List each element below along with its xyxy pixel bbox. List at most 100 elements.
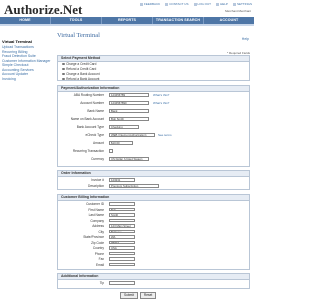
state-province-input[interactable]: WA xyxy=(109,235,135,239)
utility-links: FEEDBACK CONTACT US LOG OUT HELP SETTING… xyxy=(140,2,252,6)
aba-routing-number-input[interactable]: 123456789 xyxy=(109,93,149,97)
log-out-link[interactable]: LOG OUT xyxy=(194,2,212,6)
radio-icon xyxy=(62,62,65,66)
description-input[interactable]: Premium Subscription xyxy=(109,184,159,188)
form-row: Phone xyxy=(58,251,251,256)
form-row: Company xyxy=(58,218,251,223)
field-label: Customer ID xyxy=(86,202,104,206)
field-label: Account Number xyxy=(80,101,104,105)
field-label: Phone xyxy=(94,251,104,256)
form-row: Tip xyxy=(58,281,251,285)
customer-id-input[interactable] xyxy=(109,202,135,206)
field-label: Description xyxy=(88,184,104,188)
nav-home[interactable]: HOME xyxy=(0,17,51,24)
whats-this-link[interactable]: What's this? xyxy=(153,101,169,105)
sidebar-heading[interactable]: Virtual Terminal xyxy=(2,39,54,44)
section-header: Payment/Authorization Information xyxy=(58,86,249,92)
form-row: Address 123 Main Street xyxy=(58,224,251,228)
field-label: Bank Account Type xyxy=(76,125,104,129)
payment-authorization-section: Payment/Authorization Information ABA Ro… xyxy=(57,85,250,167)
address-input[interactable]: 123 Main Street xyxy=(109,224,135,228)
field-label: Invoice # xyxy=(91,178,104,182)
radio-selected-icon xyxy=(62,72,65,76)
first-name-input[interactable]: Bob xyxy=(109,207,135,212)
field-label: First Name xyxy=(88,207,104,212)
email-input[interactable] xyxy=(109,262,135,267)
see-terms-link[interactable]: See terms xyxy=(158,133,172,137)
last-name-input[interactable]: Smith xyxy=(109,213,135,217)
nav-transaction-search[interactable]: TRANSACTION SEARCH xyxy=(153,17,204,24)
form-row: Description Premium Subscription xyxy=(58,184,251,188)
help-link[interactable]: HELP xyxy=(216,2,228,6)
field-label: Company xyxy=(90,218,104,223)
settings-link[interactable]: SETTINGS xyxy=(233,2,252,6)
main-nav: HOME TOOLS REPORTS TRANSACTION SEARCH AC… xyxy=(0,17,254,24)
field-label: City xyxy=(98,229,105,234)
form-row: eCheck Type WEB (Internet Authorization)… xyxy=(58,133,251,137)
fax-input[interactable] xyxy=(109,257,135,261)
form-row: Customer ID xyxy=(58,202,251,206)
field-label: Address xyxy=(92,224,104,228)
sub-nav-bar xyxy=(0,24,254,26)
field-label: Email xyxy=(96,262,104,267)
radio-label: Refund a Bank Account xyxy=(66,77,100,81)
currency-select[interactable]: US Dollar (United States) xyxy=(109,157,149,161)
submit-button[interactable]: Submit xyxy=(120,292,138,299)
order-information-section: Order Information Invoice # 123231 Descr… xyxy=(57,170,250,190)
radio-label: Charge a Credit Card xyxy=(66,62,97,66)
radio-refund-credit-card[interactable]: Refund a Credit Card xyxy=(62,67,96,71)
form-row: Account Number 1234567890 What's this? xyxy=(58,101,251,105)
nav-reports[interactable]: REPORTS xyxy=(102,17,153,24)
form-row: Invoice # 123231 xyxy=(58,178,251,182)
customer-billing-section: Customer Billing Information Customer ID… xyxy=(57,194,250,270)
radio-label: Refund a Credit Card xyxy=(66,67,97,71)
bank-account-type-select[interactable]: Checking xyxy=(109,125,139,129)
radio-charge-bank-account[interactable]: Charge a Bank Account xyxy=(62,72,100,76)
radio-icon xyxy=(62,77,65,81)
field-label: Last Name xyxy=(88,213,104,217)
city-input[interactable]: Bellevue xyxy=(109,229,135,234)
account-number-input[interactable]: 1234567890 xyxy=(109,101,149,105)
country-input[interactable]: USA xyxy=(109,246,135,250)
whats-this-link[interactable]: What's this? xyxy=(153,93,169,97)
recurring-transaction-checkbox[interactable] xyxy=(109,149,113,153)
invoice-number-input[interactable]: 123231 xyxy=(109,178,135,182)
form-row: Last Name Smith xyxy=(58,213,251,217)
contact-us-link[interactable]: CONTACT US xyxy=(165,2,188,6)
zip-code-input[interactable]: 98007 xyxy=(109,240,135,245)
form-row: State/Province WA xyxy=(58,235,251,239)
company-input[interactable] xyxy=(109,218,135,223)
phone-input[interactable] xyxy=(109,251,135,256)
form-row: Currency US Dollar (United States) xyxy=(58,157,251,161)
radio-label: Charge a Bank Account xyxy=(66,72,100,76)
form-row: Fax xyxy=(58,257,251,261)
field-label: Zip Code xyxy=(91,240,104,245)
field-label: Tip xyxy=(99,281,104,285)
radio-charge-credit-card[interactable]: Charge a Credit Card xyxy=(62,62,96,66)
form-row: First Name Bob xyxy=(58,207,251,212)
radio-refund-bank-account[interactable]: Refund a Bank Account xyxy=(62,77,99,81)
section-header: Order Information xyxy=(58,171,249,177)
field-label: Fax xyxy=(98,257,104,261)
field-label: Bank Name xyxy=(87,109,104,113)
field-label: eCheck Type xyxy=(85,133,104,137)
sidebar-item-invoicing[interactable]: Invoicing xyxy=(2,77,54,82)
form-row: City Bellevue xyxy=(58,229,251,234)
amount-input[interactable]: $10.00 xyxy=(109,141,133,145)
nav-account[interactable]: ACCOUNT xyxy=(204,17,254,24)
echeck-type-select[interactable]: WEB (Internet Authorization) xyxy=(109,133,155,137)
bank-name-input[interactable]: Bank xyxy=(109,109,149,113)
help-link-page[interactable]: Help xyxy=(242,37,249,41)
page-title: Virtual Terminal xyxy=(57,32,100,39)
name-on-bank-account-input[interactable]: Bob Smith xyxy=(109,117,149,121)
payment-method-section: Select Payment Method Charge a Credit Ca… xyxy=(57,55,250,81)
nav-tools[interactable]: TOOLS xyxy=(51,17,102,24)
form-row: Amount $10.00 xyxy=(58,141,251,145)
form-row: Country USA xyxy=(58,246,251,250)
tip-input[interactable] xyxy=(109,281,135,285)
form-buttons: Submit Reset xyxy=(120,292,157,299)
feedback-link[interactable]: FEEDBACK xyxy=(140,2,160,6)
form-row: Zip Code 98007 xyxy=(58,240,251,245)
reset-button[interactable]: Reset xyxy=(139,292,157,299)
field-label: Currency xyxy=(91,157,104,161)
